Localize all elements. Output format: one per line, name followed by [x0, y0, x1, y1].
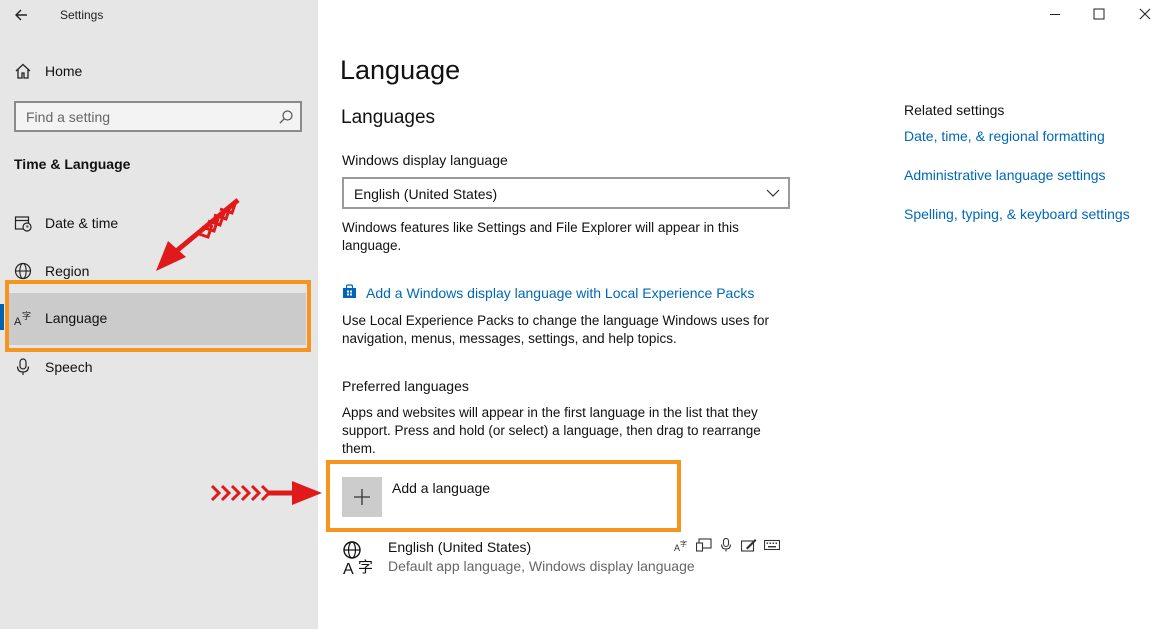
highlight-box-language [5, 280, 311, 352]
home-icon [15, 63, 31, 79]
minimize-button[interactable] [1032, 0, 1078, 30]
back-button[interactable] [12, 5, 34, 25]
preferred-languages-label: Preferred languages [342, 378, 469, 394]
microphone-icon [16, 358, 30, 375]
store-icon [343, 284, 356, 298]
search-box[interactable] [14, 101, 302, 132]
sidebar-item-label: Date & time [45, 215, 119, 231]
languages-heading: Languages [341, 107, 436, 128]
minimize-icon [1050, 14, 1060, 15]
display-language-description: Windows features like Settings and File … [342, 220, 739, 253]
annotation-arrow-horizontal-icon [210, 481, 322, 505]
close-icon [1139, 8, 1151, 20]
installed-language-name: English (United States) [388, 539, 532, 555]
svg-text:A: A [343, 561, 354, 576]
maximize-button[interactable] [1076, 0, 1122, 30]
related-link-admin-language[interactable]: Administrative language settings [904, 167, 1106, 183]
globe-icon [14, 262, 32, 280]
calendar-icon [14, 216, 32, 232]
sidebar-item-speech[interactable]: Speech [0, 354, 318, 382]
chevron-down-icon [766, 189, 780, 197]
language-pack-icon: A 字 [674, 539, 687, 552]
sidebar-home[interactable]: Home [0, 58, 318, 86]
related-link-regional-formatting[interactable]: Date, time, & regional formatting [904, 128, 1105, 144]
related-link-spelling-typing[interactable]: Spelling, typing, & keyboard settings [904, 206, 1130, 222]
maximize-icon [1093, 8, 1105, 20]
language-glyph-icon: A 字 [343, 541, 373, 576]
sidebar-item-label: Speech [45, 359, 93, 375]
sidebar-item-label: Region [45, 263, 90, 279]
lxp-description: Use Local Experience Packs to change the… [342, 313, 769, 346]
language-list-item[interactable]: A 字 English (United States) Default app … [342, 538, 792, 580]
installed-language-detail: Default app language, Windows display la… [388, 558, 695, 574]
handwriting-icon [741, 539, 757, 552]
highlight-box-add-language [326, 460, 681, 532]
speech-recognition-icon [720, 538, 732, 552]
page-title: Language [340, 55, 461, 85]
lxp-link[interactable]: Add a Windows display language with Loca… [366, 285, 754, 301]
keyboard-icon [764, 539, 780, 551]
sidebar-home-label: Home [45, 63, 83, 79]
preferred-languages-description: Apps and websites will appear in the fir… [342, 405, 761, 456]
annotation-arrow-diagonal-icon [156, 198, 240, 271]
close-button[interactable] [1120, 0, 1166, 30]
display-language-label: Windows display language [342, 152, 508, 168]
display-language-value: English (United States) [354, 186, 498, 202]
search-input[interactable] [16, 103, 266, 130]
search-icon[interactable] [278, 109, 294, 125]
section-heading: Time & Language [14, 156, 131, 172]
svg-text:字: 字 [680, 539, 687, 548]
back-arrow-icon [15, 9, 27, 21]
svg-text:字: 字 [358, 558, 373, 576]
text-to-speech-icon [696, 538, 712, 552]
app-title: Settings [60, 8, 104, 22]
display-language-dropdown[interactable]: English (United States) [342, 177, 790, 209]
related-settings-heading: Related settings [904, 102, 1005, 118]
